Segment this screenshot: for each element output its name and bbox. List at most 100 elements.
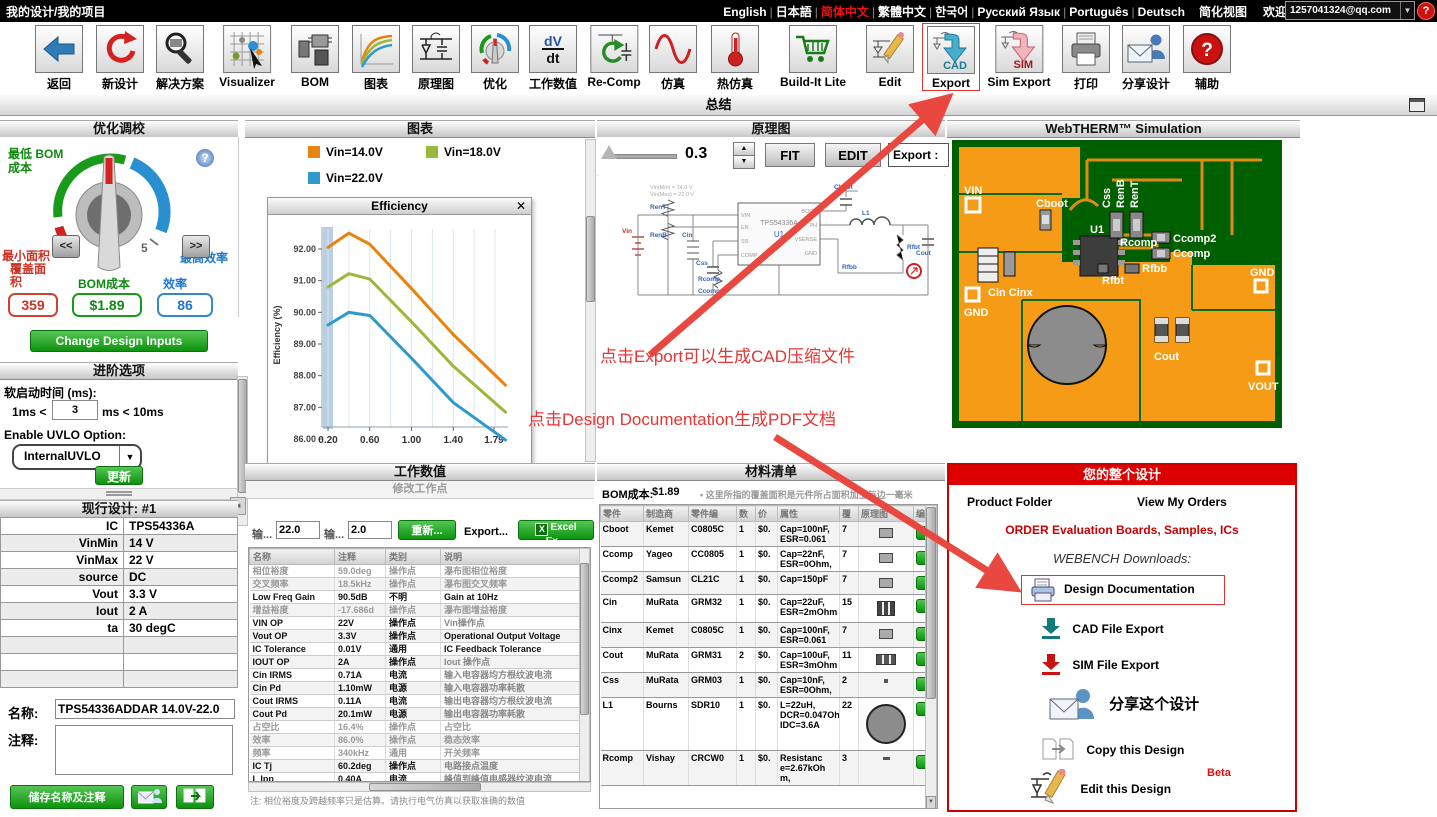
design-name-input[interactable] <box>55 699 235 719</box>
language-link[interactable]: 한국어 <box>935 5 968 19</box>
language-link[interactable]: Русский Язык <box>977 5 1060 19</box>
cad-file-export-button[interactable]: CAD File Export <box>1041 617 1164 639</box>
splitter-handle[interactable] <box>0 488 238 500</box>
design-param-row: ICTPS54336A <box>1 518 238 535</box>
help-icon[interactable]: ? <box>1417 2 1435 20</box>
back-button[interactable]: 返回 <box>35 25 83 92</box>
dial-help-icon[interactable]: ? <box>196 149 214 167</box>
charts-button[interactable]: 图表 <box>352 25 400 92</box>
page-title: 我的设计/我的项目 <box>6 3 105 20</box>
language-link[interactable]: 日本語 <box>776 5 812 19</box>
opvalues-hscrollbar[interactable] <box>248 782 591 792</box>
op-value-row: L Ipp0.40A电流峰值到峰值电感器纹波电流 <box>250 773 592 783</box>
edit-this-design-button[interactable]: Edit this Design <box>1029 769 1171 805</box>
soft-start-input[interactable] <box>52 400 98 420</box>
schematic-canvas[interactable]: TPS54336A U1 VIN EN SS COMP BOOT PH VSEN… <box>598 175 944 460</box>
vin-input[interactable] <box>276 521 320 539</box>
column-header[interactable]: 零件编 <box>689 506 737 522</box>
opvalues-vscrollbar[interactable] <box>579 548 590 782</box>
assist-button[interactable]: ? 辅助 <box>1183 25 1231 92</box>
comment-textarea[interactable] <box>55 725 233 775</box>
share-design-button[interactable]: 分享设计 <box>1122 25 1170 92</box>
print-button[interactable]: 打印 <box>1062 25 1110 92</box>
view-orders-link[interactable]: View My Orders <box>1137 495 1227 509</box>
excel-export-button[interactable]: XExcel Ex... <box>518 520 594 540</box>
pcb-layout[interactable]: VIN Cboot Css RenB RenT U1 Rcomp Ccomp2 … <box>952 140 1282 428</box>
schematic-header: 原理图 <box>597 120 945 138</box>
simplified-view-link[interactable]: 简化视图 <box>1199 3 1247 20</box>
chevron-down-icon[interactable]: ▼ <box>119 446 140 468</box>
column-header[interactable]: 数 <box>737 506 756 522</box>
column-header[interactable]: 说明 <box>441 549 592 565</box>
export-button[interactable]: CAD Export <box>922 23 980 91</box>
dial-prev-button[interactable]: << <box>52 235 80 258</box>
chevron-down-icon[interactable]: ▼ <box>1400 2 1414 19</box>
language-link[interactable]: 繁體中文 <box>878 5 926 19</box>
column-header[interactable]: 零件 <box>601 506 644 522</box>
language-link[interactable]: English <box>723 5 766 19</box>
spinner-up-icon[interactable]: ▲ <box>733 142 755 156</box>
thermal-sim-button[interactable]: 热仿真 <box>711 25 759 92</box>
account-dropdown[interactable]: 1257041324@qq.com ▼ <box>1285 1 1415 20</box>
column-header[interactable]: 覆 <box>840 506 859 522</box>
sim-export-button[interactable]: SIM Sim Export <box>987 25 1050 89</box>
op-values-button[interactable]: dVdt 工作数值 <box>529 25 577 92</box>
scroll-down-icon[interactable]: ▼ <box>926 796 936 809</box>
legend-label: Vin=18.0V <box>444 145 501 159</box>
copy-this-design-button[interactable]: Copy this Design <box>1041 737 1184 761</box>
chart-window-titlebar[interactable]: Efficiency ✕ <box>268 198 531 215</box>
visualizer-button[interactable]: Visualizer <box>219 25 275 89</box>
close-icon[interactable]: ✕ <box>516 198 526 214</box>
save-name-button[interactable]: 储存名称及注释 <box>10 785 124 809</box>
column-header[interactable]: 价 <box>756 506 778 522</box>
recomp-button[interactable]: Re-Comp <box>587 25 640 89</box>
opvalues-export-label[interactable]: Export... <box>464 526 508 538</box>
edit-schematic-button[interactable]: EDIT <box>825 143 881 167</box>
bom-button[interactable]: BOM <box>291 25 339 89</box>
schematic-export-select[interactable]: Export : <box>888 143 949 167</box>
separator: | <box>815 5 818 19</box>
edit-button[interactable]: Edit <box>866 25 914 89</box>
zoom-slider-handle[interactable] <box>601 145 617 159</box>
svg-text:GND: GND <box>964 307 989 319</box>
language-link[interactable]: Português <box>1069 5 1128 19</box>
iout-input[interactable] <box>348 521 392 539</box>
top-bar: 我的设计/我的项目 English|日本語|简体中文|繁體中文|한국어|Русс… <box>0 0 1437 22</box>
language-link[interactable]: 简体中文 <box>821 5 869 19</box>
schematic-button[interactable]: 原理图 <box>412 25 460 92</box>
change-design-inputs-button[interactable]: Change Design Inputs <box>30 330 208 352</box>
build-it-button[interactable]: Build-It Lite <box>780 25 846 89</box>
bom-cost-value: $1.89 <box>652 486 680 498</box>
simulate-button[interactable]: 仿真 <box>649 25 697 92</box>
column-header[interactable]: 属性 <box>778 506 840 522</box>
column-header[interactable]: 名称 <box>250 549 335 565</box>
charts-scrollbar[interactable] <box>585 139 596 462</box>
visualizer-icon <box>226 28 268 70</box>
optimize-button[interactable]: 优化 <box>471 25 519 92</box>
share-this-design-button[interactable]: 分享这个设计 <box>1049 687 1199 721</box>
fit-button[interactable]: FIT <box>765 143 815 167</box>
bom-scrollbar[interactable]: ▼ <box>925 505 937 809</box>
restore-window-icon[interactable] <box>1409 98 1425 112</box>
product-folder-link[interactable]: Product Folder <box>967 495 1052 509</box>
new-design-button[interactable]: 新设计 <box>96 25 144 92</box>
zoom-spinner[interactable]: ▲ ▼ <box>733 142 755 168</box>
solutions-button[interactable]: 解决方案 <box>156 25 204 92</box>
column-header[interactable]: 注释 <box>335 549 386 565</box>
recalc-button[interactable]: 重新... <box>398 520 456 540</box>
column-header[interactable]: 类别 <box>386 549 441 565</box>
column-header[interactable]: 原理图 <box>859 506 914 522</box>
design-doc-button[interactable]: Design Documentation <box>1021 575 1225 605</box>
design-param-row: VinMin14 V <box>1 535 238 552</box>
dial-next-button[interactable]: >> <box>182 235 210 258</box>
separator: | <box>929 5 932 19</box>
sim-file-export-button[interactable]: SIM File Export <box>1041 653 1159 675</box>
update-button[interactable]: 更新 <box>95 466 143 485</box>
copy-design-button[interactable] <box>176 785 214 809</box>
language-link[interactable]: Deutsch <box>1138 5 1185 19</box>
email-design-button[interactable] <box>131 785 167 809</box>
spinner-down-icon[interactable]: ▼ <box>733 156 755 169</box>
order-boards-link[interactable]: ORDER Evaluation Boards, Samples, ICs <box>949 523 1295 537</box>
column-header[interactable]: 制造商 <box>644 506 689 522</box>
comment-label: 注释: <box>8 730 38 749</box>
